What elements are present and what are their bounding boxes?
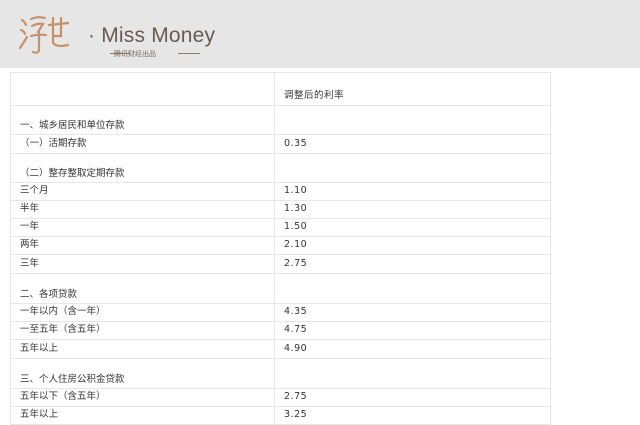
brand-name: · Miss Money: [88, 24, 216, 47]
row-value: 1.30: [284, 203, 308, 214]
row-label: 一、城乡居民和单位存款: [20, 120, 125, 131]
row-label: 一年: [20, 221, 40, 232]
site-header: · Miss Money 腾讯财经出品: [0, 0, 640, 68]
row-label: 五年以上: [20, 343, 59, 354]
table-row: 一至五年（含五年） 4.75: [11, 322, 550, 340]
interest-rate-table: 调整后的利率 一、城乡居民和单位存款 （一）活期存款 0.35 （二）整存整取定…: [10, 72, 551, 425]
row-value: 2.75: [284, 258, 308, 269]
row-value: 2.75: [284, 391, 308, 402]
table-row: 一年 1.50: [11, 219, 550, 237]
table-row: 五年以上 3.25: [11, 407, 550, 425]
row-label: 二、各项贷款: [20, 289, 78, 300]
row-value: 4.75: [284, 324, 308, 335]
row-label: 三年: [20, 258, 40, 269]
table-header-row: 调整后的利率: [11, 73, 550, 106]
row-label: （二）整存整取定期存款: [20, 168, 125, 179]
brand-divider-right: [178, 53, 200, 54]
row-label: 五年以下（含五年）: [20, 391, 106, 402]
row-value: 1.10: [284, 185, 308, 196]
fushi-logo-icon: [18, 16, 70, 54]
table-row: 五年以下（含五年） 2.75: [11, 389, 550, 407]
row-value: 1.50: [284, 221, 308, 232]
table-row: 三个月 1.10: [11, 183, 550, 201]
header-col2: 调整后的利率: [284, 90, 345, 101]
row-label: 两年: [20, 239, 40, 250]
table-row: 二、各项贷款: [11, 274, 550, 304]
table-row: 五年以上 4.90: [11, 340, 550, 359]
table-row: 三、个人住房公积金贷款: [11, 359, 550, 389]
row-value: 3.25: [284, 409, 308, 420]
row-label: （一）活期存款: [20, 138, 87, 149]
row-label: 五年以上: [20, 409, 59, 420]
row-label: 一至五年（含五年）: [20, 324, 106, 335]
brand-subtitle: 腾讯财经出品: [114, 50, 156, 58]
row-label: 一年以内（含一年）: [20, 306, 106, 317]
table-row: （一）活期存款 0.35: [11, 135, 550, 154]
table-row: 一、城乡居民和单位存款: [11, 106, 550, 135]
row-value: 2.10: [284, 239, 308, 250]
table-row: 三年 2.75: [11, 255, 550, 274]
row-value: 4.35: [284, 306, 308, 317]
row-label: 半年: [20, 203, 40, 214]
row-label: 三个月: [20, 185, 49, 196]
row-value: 0.35: [284, 138, 308, 149]
table-row: 两年 2.10: [11, 237, 550, 255]
table-row: 一年以内（含一年） 4.35: [11, 304, 550, 322]
brand-logo[interactable]: · Miss Money 腾讯财经出品: [18, 10, 218, 60]
row-label: 三、个人住房公积金贷款: [20, 374, 125, 385]
row-value: 4.90: [284, 343, 308, 354]
table-row: 半年 1.30: [11, 201, 550, 219]
table-row: （二）整存整取定期存款: [11, 154, 550, 183]
